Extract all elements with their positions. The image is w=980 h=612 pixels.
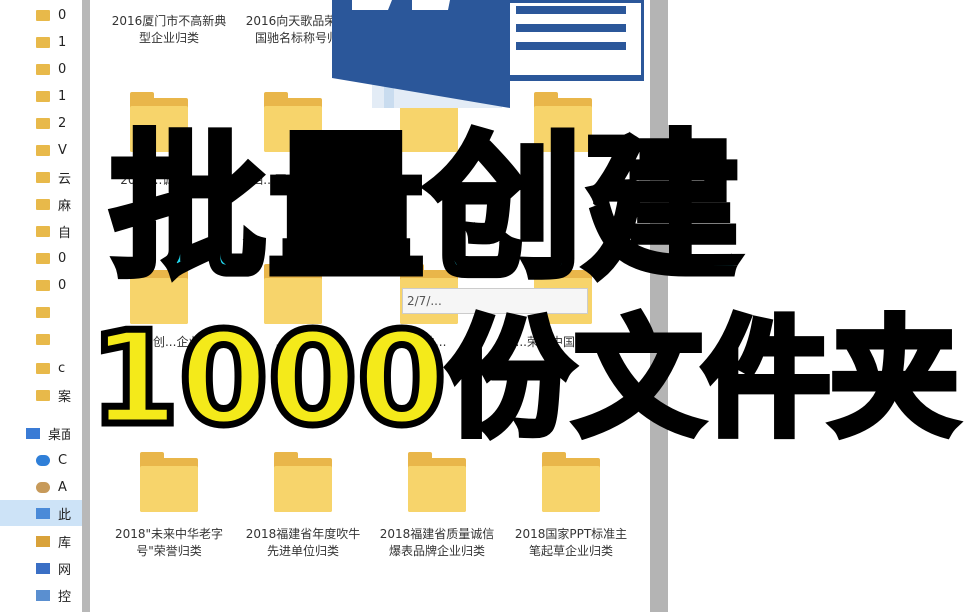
folder-icon	[274, 452, 332, 512]
folder-icon	[36, 9, 50, 21]
folder-icon	[36, 63, 50, 75]
word-line	[516, 6, 626, 14]
folder-icon	[36, 198, 50, 210]
nav-item-folder[interactable]	[0, 326, 82, 352]
folder-tile[interactable]: 2018"未来中华老字号"荣誉归类	[110, 452, 228, 560]
desktop-icon	[26, 427, 40, 439]
folder-tile[interactable]: 2018国家PPT标准主笔起草企业归类	[512, 452, 630, 560]
folder-icon	[36, 306, 50, 318]
nav-item-network[interactable]: 网	[0, 555, 82, 581]
pane-divider[interactable]	[82, 0, 90, 612]
word-letter	[412, 0, 450, 10]
nav-item-folder[interactable]: V	[0, 137, 82, 163]
nav-item-folder[interactable]: 0	[0, 272, 82, 298]
nav-item-folder[interactable]	[0, 299, 82, 325]
folder-icon	[36, 362, 50, 374]
nav-item-folder[interactable]: 云	[0, 164, 82, 190]
folder-tile[interactable]: 2018福建省质量诚信爆表品牌企业归类	[378, 452, 496, 560]
folder-icon	[36, 279, 50, 291]
nav-item-folder[interactable]: 0	[0, 245, 82, 271]
folder-icon	[36, 144, 50, 156]
word-line	[516, 24, 626, 32]
navigation-pane: 0 1 0 1 2 V 云 麻 自 0 0 c 案 桌面 C A 此 库 网 控	[0, 0, 82, 612]
nav-item-folder[interactable]: c	[0, 355, 82, 381]
folder-icon	[36, 252, 50, 264]
word-line	[516, 42, 626, 50]
control-panel-icon	[36, 589, 50, 601]
nav-item-folder[interactable]: 1	[0, 29, 82, 55]
nav-item-folder[interactable]: 案	[0, 382, 82, 408]
nav-item-folder[interactable]: 自	[0, 218, 82, 244]
nav-item-control-panel[interactable]: 控	[0, 582, 82, 608]
folder-tile[interactable]: 2018福建省年度吹牛先进单位归类	[244, 452, 362, 560]
nav-item-library[interactable]: 库	[0, 528, 82, 554]
folder-icon	[36, 389, 50, 401]
folder-icon	[140, 452, 198, 512]
nav-item-folder[interactable]: 麻	[0, 191, 82, 217]
nav-item-folder[interactable]: 2	[0, 110, 82, 136]
nav-item-user[interactable]: A	[0, 474, 82, 500]
folder-icon	[542, 452, 600, 512]
folder-tile[interactable]: 2016厦门市不高新典型企业归类	[110, 0, 228, 47]
nav-item-this-pc[interactable]: 此	[0, 500, 82, 526]
nav-item-folder[interactable]: 1	[0, 83, 82, 109]
headline-subtitle: 1000份文件夹	[87, 302, 962, 458]
this-pc-icon	[36, 507, 50, 519]
folder-icon	[36, 90, 50, 102]
word-cover	[332, 0, 510, 108]
user-icon	[36, 481, 50, 493]
word-document-icon	[332, 0, 644, 108]
folder-icon	[36, 225, 50, 237]
headline-title: 批量创建	[107, 115, 744, 302]
folder-icon	[36, 171, 50, 183]
nav-item-desktop[interactable]: 桌面	[0, 420, 82, 446]
folder-icon	[36, 117, 50, 129]
network-icon	[36, 562, 50, 574]
word-letter	[352, 0, 392, 10]
folder-icon	[36, 333, 50, 345]
library-icon	[36, 535, 50, 547]
onedrive-icon	[36, 454, 50, 466]
nav-item-folder[interactable]: 0	[0, 2, 82, 28]
folder-icon	[408, 452, 466, 512]
nav-item-onedrive[interactable]: C	[0, 447, 82, 473]
folder-icon	[36, 36, 50, 48]
nav-item-folder[interactable]: 0	[0, 56, 82, 82]
